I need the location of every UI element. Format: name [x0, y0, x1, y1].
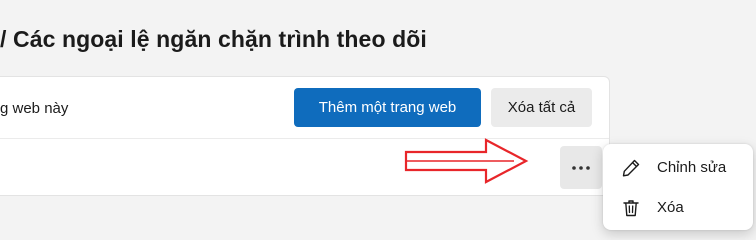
context-menu: Chỉnh sửa Xóa [603, 144, 753, 230]
more-options-button[interactable] [560, 146, 602, 189]
trash-icon [623, 200, 639, 217]
clear-all-button[interactable]: Xóa tất cả [491, 88, 592, 127]
pencil-icon [622, 159, 640, 177]
menu-item-edit[interactable]: Chỉnh sửa [603, 148, 753, 186]
menu-item-label: Chỉnh sửa [657, 158, 727, 176]
menu-item-label: Xóa [657, 198, 684, 216]
red-arrow-icon [404, 138, 529, 184]
section-label: g web này [0, 100, 69, 117]
page-title: / Các ngoại lệ ngăn chặn trình theo dõi [0, 26, 427, 52]
more-horizontal-icon [572, 165, 590, 170]
add-site-button[interactable]: Thêm một trang web [294, 88, 481, 127]
menu-item-delete[interactable]: Xóa [603, 188, 753, 226]
